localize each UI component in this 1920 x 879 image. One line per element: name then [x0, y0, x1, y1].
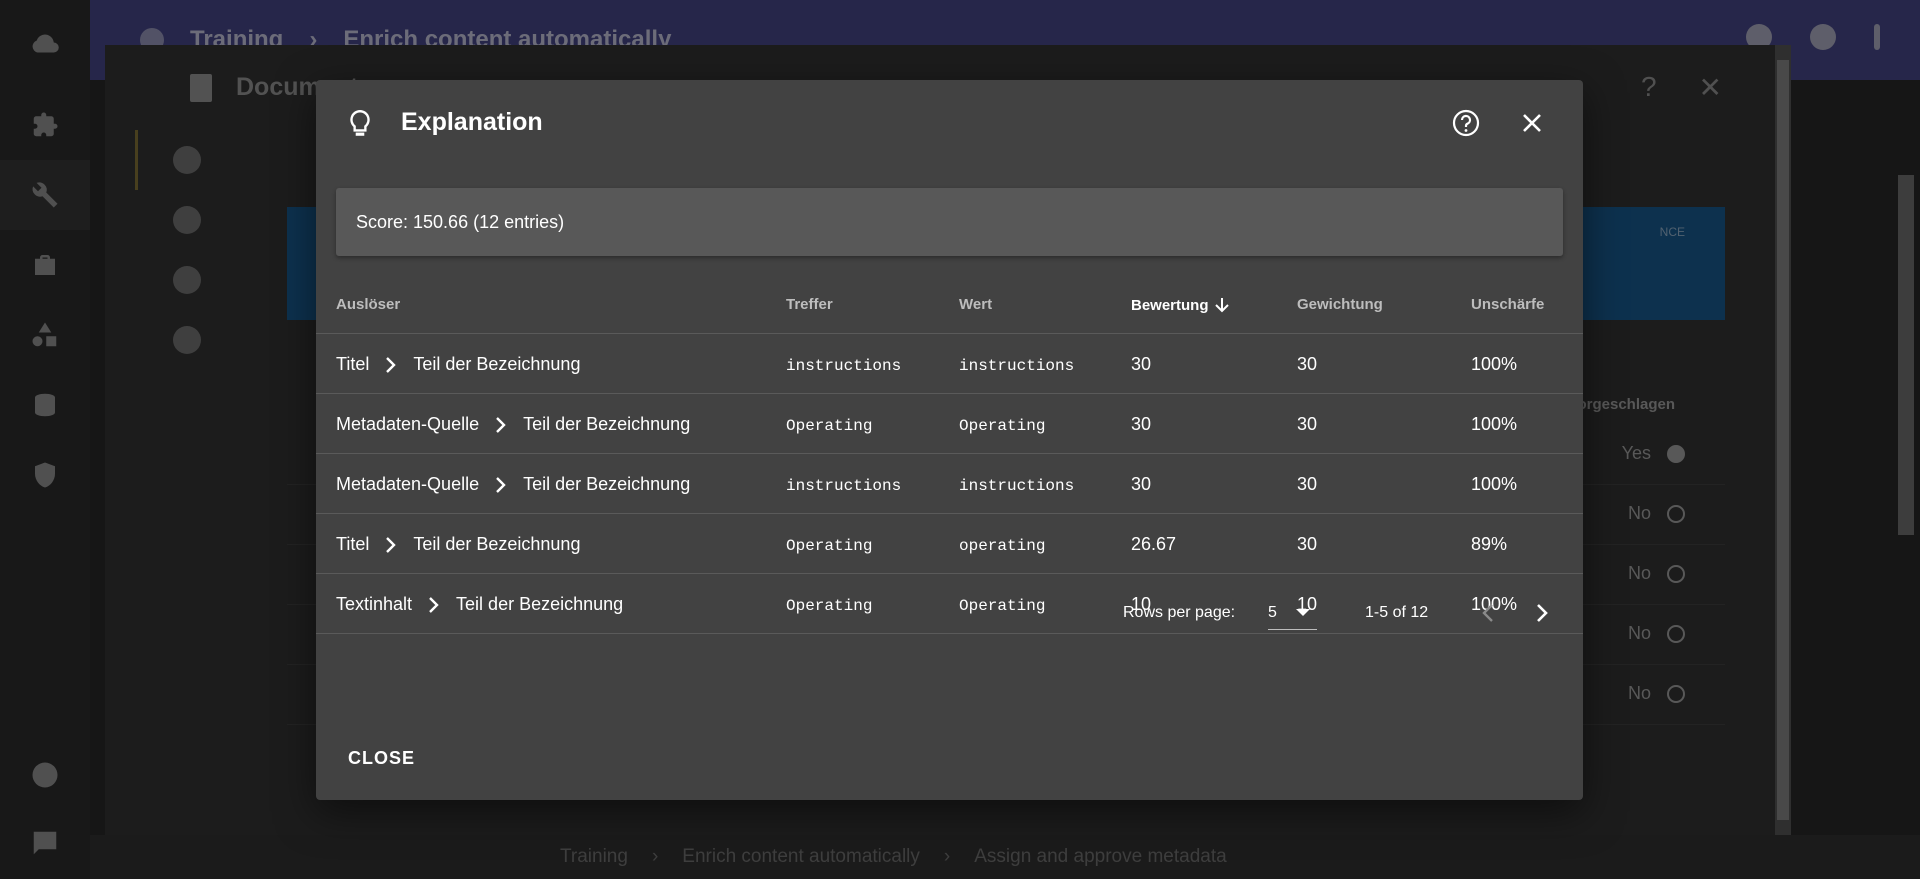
column-header-hit[interactable]: Treffer: [786, 296, 833, 313]
caret-down-icon: [1296, 609, 1310, 616]
table-row[interactable]: Metadaten-Quelle Teil der Bezeichnung in…: [316, 454, 1583, 514]
value-cell: Operating: [959, 417, 1046, 435]
chevron-right-icon: [386, 356, 397, 373]
chevron-right-icon: [496, 476, 506, 493]
close-icon[interactable]: [1517, 108, 1547, 138]
trigger-cell: Titel Teil der Bezeichnung: [336, 354, 580, 375]
fuzziness-cell: 100%: [1471, 414, 1518, 434]
trigger-source: Metadaten-Quelle: [336, 414, 480, 434]
hit-cell: Operating: [786, 537, 873, 555]
hit-cell: Operating: [786, 417, 873, 435]
rating-cell: 30: [1131, 414, 1152, 434]
trigger-source: Metadaten-Quelle: [336, 474, 480, 494]
column-header-fuzziness[interactable]: Unschärfe: [1471, 296, 1544, 313]
rating-cell: 30: [1131, 354, 1152, 374]
column-header-value[interactable]: Wert: [959, 296, 992, 313]
value-cell: operating: [959, 537, 1046, 555]
rating-cell: 26.67: [1131, 534, 1177, 554]
previous-page-icon[interactable]: [1476, 600, 1502, 626]
table-row[interactable]: Titel Teil der Bezeichnung Operating ope…: [316, 514, 1583, 574]
next-page-icon[interactable]: [1528, 600, 1554, 626]
weight-cell: 30: [1297, 354, 1318, 374]
hit-cell: instructions: [786, 357, 902, 375]
trigger-source: Titel: [336, 534, 370, 554]
trigger-cell: Metadaten-Quelle Teil der Bezeichnung: [336, 474, 690, 495]
explanation-table: Auslöser Treffer Wert Bewertung Gewichtu…: [316, 274, 1583, 634]
column-header-rating-label: Bewertung: [1131, 296, 1209, 314]
rows-per-page-select[interactable]: 5: [1268, 594, 1317, 630]
score-text: Score: 150.66 (12 entries): [356, 212, 565, 232]
arrow-down-icon: [1214, 298, 1229, 313]
dialog-title: Explanation: [401, 108, 543, 136]
fuzziness-cell: 89%: [1471, 534, 1508, 554]
fuzziness-cell: 100%: [1471, 474, 1518, 494]
chevron-right-icon: [496, 416, 506, 433]
value-cell: instructions: [959, 477, 1075, 495]
rows-per-page-label: Rows per page:: [1123, 604, 1236, 621]
fuzziness-cell: 100%: [1471, 354, 1518, 374]
trigger-source: Titel: [336, 354, 370, 374]
close-button[interactable]: CLOSE: [336, 740, 427, 776]
column-header-rating[interactable]: Bewertung: [1131, 296, 1231, 314]
weight-cell: 30: [1297, 414, 1318, 434]
rows-per-page-value: 5: [1268, 604, 1277, 621]
value-cell: instructions: [959, 357, 1075, 375]
trigger-field: Teil der Bezeichnung: [413, 534, 581, 554]
hit-cell: instructions: [786, 477, 902, 495]
column-header-weight[interactable]: Gewichtung: [1297, 296, 1383, 313]
table-row[interactable]: Titel Teil der Bezeichnung instructions …: [316, 334, 1583, 394]
chevron-right-icon: [386, 536, 397, 553]
score-summary: Score: 150.66 (12 entries): [336, 188, 1563, 256]
table-header: Auslöser Treffer Wert Bewertung Gewichtu…: [316, 274, 1583, 334]
column-header-trigger[interactable]: Auslöser: [336, 296, 400, 313]
explanation-dialog: Explanation Score: 150.66 (12 entries) A…: [316, 80, 1583, 800]
dialog-header: Explanation: [316, 80, 1583, 166]
rating-cell: 30: [1131, 474, 1152, 494]
trigger-field: Teil der Bezeichnung: [523, 474, 691, 494]
pagination-range: 1-5 of 12: [1365, 604, 1429, 621]
weight-cell: 30: [1297, 474, 1318, 494]
trigger-cell: Titel Teil der Bezeichnung: [336, 534, 580, 555]
trigger-field: Teil der Bezeichnung: [523, 414, 691, 434]
weight-cell: 30: [1297, 534, 1318, 554]
table-row[interactable]: Metadaten-Quelle Teil der Bezeichnung Op…: [316, 394, 1583, 454]
help-icon[interactable]: [1451, 108, 1481, 138]
table-pagination: Rows per page: 5 1-5 of 12: [316, 582, 1583, 646]
trigger-cell: Metadaten-Quelle Teil der Bezeichnung: [336, 414, 690, 435]
lightbulb-icon: [350, 109, 370, 136]
trigger-field: Teil der Bezeichnung: [413, 354, 581, 374]
